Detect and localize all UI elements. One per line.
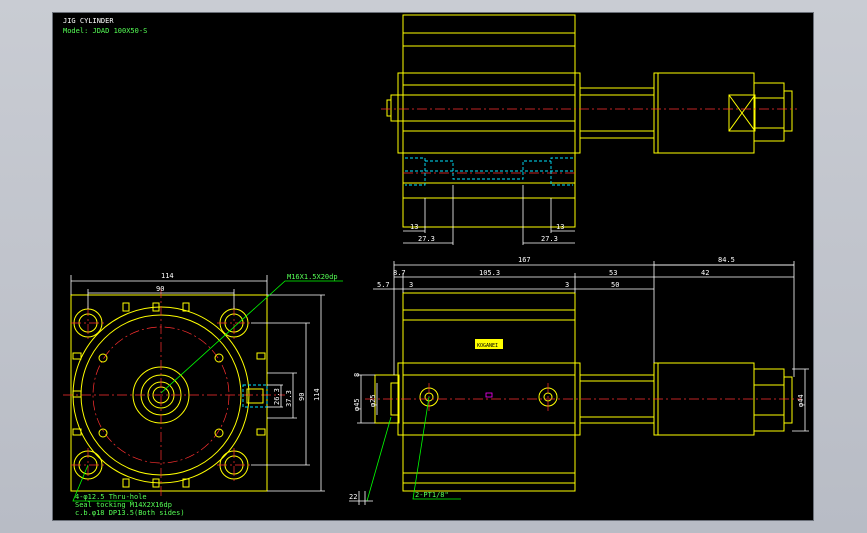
front-view: 114 90 26.3 37.3 90 114 M16X1.5X20dp 4-φ… xyxy=(63,272,343,517)
callout-hole-1: 4-φ12.5 Thru-hole xyxy=(75,493,147,501)
dim-42: 42 xyxy=(701,269,709,277)
dim-front-114-top: 114 xyxy=(161,272,174,280)
drawing-canvas[interactable]: JIG CYLINDER Model: JDAD 100X50-S 13 27.… xyxy=(52,12,814,521)
cad-window: JIG CYLINDER Model: JDAD 100X50-S 13 27.… xyxy=(0,0,867,533)
dim-105-3: 105.3 xyxy=(479,269,500,277)
dim-3-left: 3 xyxy=(409,281,413,289)
dim-22: 22 xyxy=(349,493,357,501)
callout-thread: M16X1.5X20dp xyxy=(287,273,338,281)
dim-top-left-27-3: 27.3 xyxy=(418,235,435,243)
dim-phi44: φ44 xyxy=(797,394,805,407)
dim-front-26-3: 26.3 xyxy=(273,388,281,405)
dim-overall-167: 167 xyxy=(518,256,531,264)
dim-5-7: 5.7 xyxy=(377,281,390,289)
dim-53: 53 xyxy=(609,269,617,277)
dim-top-left-13: 13 xyxy=(410,223,418,231)
top-view: 13 27.3 13 27.3 xyxy=(381,14,797,245)
callout-port: 2-PT1/8" xyxy=(415,491,449,499)
dim-right-84-5: 84.5 xyxy=(718,256,735,264)
label-plate-text: KOGANEI xyxy=(477,343,498,349)
side-view: KOGANEI 167 84.5 8.7 105.3 53 5.7 3 3 50… xyxy=(349,256,809,505)
dim-50: 50 xyxy=(611,281,619,289)
dim-8-7: 8.7 xyxy=(393,269,406,277)
title-line-2: Model: JDAD 100X50-S xyxy=(63,27,147,35)
dim-8: 8 xyxy=(353,373,361,377)
callout-hole-2: Seal tocking M14X2X16dp xyxy=(75,501,172,509)
dim-phi25: φ25 xyxy=(369,394,377,407)
dim-top-right-13: 13 xyxy=(556,223,564,231)
dim-phi45: φ45 xyxy=(353,398,361,411)
cylinder-drawing: JIG CYLINDER Model: JDAD 100X50-S 13 27.… xyxy=(63,14,809,517)
dim-3-right: 3 xyxy=(565,281,569,289)
dim-front-37-3: 37.3 xyxy=(285,390,293,407)
callout-hole-3: c.b.φ18 DP13.5(Both sides) xyxy=(75,509,185,517)
dim-front-90-right: 90 xyxy=(298,393,306,401)
title-line-1: JIG CYLINDER xyxy=(63,17,114,25)
dim-front-90-top: 90 xyxy=(156,285,164,293)
dim-top-right-27-3: 27.3 xyxy=(541,235,558,243)
dim-front-114-right: 114 xyxy=(313,388,321,401)
